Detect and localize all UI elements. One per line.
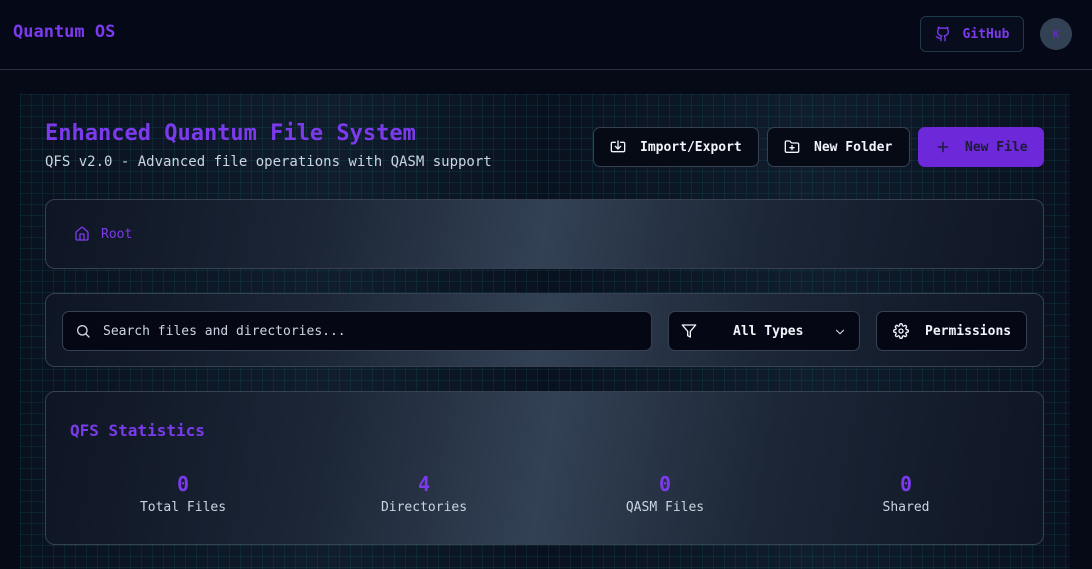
stat-total-files: 0 Total Files <box>83 472 283 515</box>
page-subtitle: QFS v2.0 - Advanced file operations with… <box>45 154 492 170</box>
stat-label: Total Files <box>139 500 227 515</box>
type-filter-value: All Types <box>733 323 804 339</box>
stat-value: 0 <box>176 472 190 496</box>
page-title: Enhanced Quantum File System <box>45 121 416 146</box>
stat-shared: 0 Shared <box>806 472 1006 515</box>
avatar[interactable]: K <box>1040 18 1072 50</box>
stat-label: Shared <box>882 500 930 515</box>
new-folder-button[interactable]: New Folder <box>767 127 910 167</box>
new-folder-label: New Folder <box>814 139 893 155</box>
stat-value: 0 <box>658 472 672 496</box>
stats-title: QFS Statistics <box>70 421 205 440</box>
breadcrumb-root[interactable]: Root <box>74 226 132 242</box>
github-button[interactable]: GitHub <box>920 16 1024 52</box>
search-icon <box>77 325 90 338</box>
search-filter-bar: All Types Permissions <box>45 293 1044 367</box>
stat-label: QASM Files <box>625 500 705 515</box>
github-label: GitHub <box>962 26 1010 42</box>
new-file-label: New File <box>965 139 1028 155</box>
home-icon <box>75 226 89 241</box>
gear-icon <box>893 323 909 339</box>
filter-icon <box>681 324 697 338</box>
stats-card: QFS Statistics 0 Total Files 4 Directori… <box>45 391 1044 545</box>
stat-directories: 4 Directories <box>324 472 524 515</box>
breadcrumb: Root <box>45 199 1044 269</box>
stat-value: 4 <box>417 472 431 496</box>
new-file-button[interactable]: New File <box>918 127 1044 167</box>
stat-qasm-files: 0 QASM Files <box>565 472 765 515</box>
plus-icon <box>937 141 949 153</box>
permissions-label: Permissions <box>925 323 1012 339</box>
breadcrumb-root-label: Root <box>101 226 133 242</box>
github-icon <box>935 26 949 42</box>
chevron-down-icon <box>835 329 845 335</box>
stat-label: Directories <box>380 500 468 515</box>
brand-title[interactable]: Quantum OS <box>13 22 115 42</box>
import-export-label: Import/Export <box>640 139 742 155</box>
stat-value: 0 <box>899 472 913 496</box>
import-export-button[interactable]: Import/Export <box>593 127 759 167</box>
search-box[interactable] <box>62 311 652 351</box>
top-bar: Quantum OS GitHub K <box>0 0 1092 70</box>
type-filter-select[interactable]: All Types <box>668 311 860 351</box>
download-icon <box>610 140 626 153</box>
folder-plus-icon <box>784 140 800 153</box>
search-input[interactable] <box>103 323 623 339</box>
permissions-button[interactable]: Permissions <box>876 311 1027 351</box>
